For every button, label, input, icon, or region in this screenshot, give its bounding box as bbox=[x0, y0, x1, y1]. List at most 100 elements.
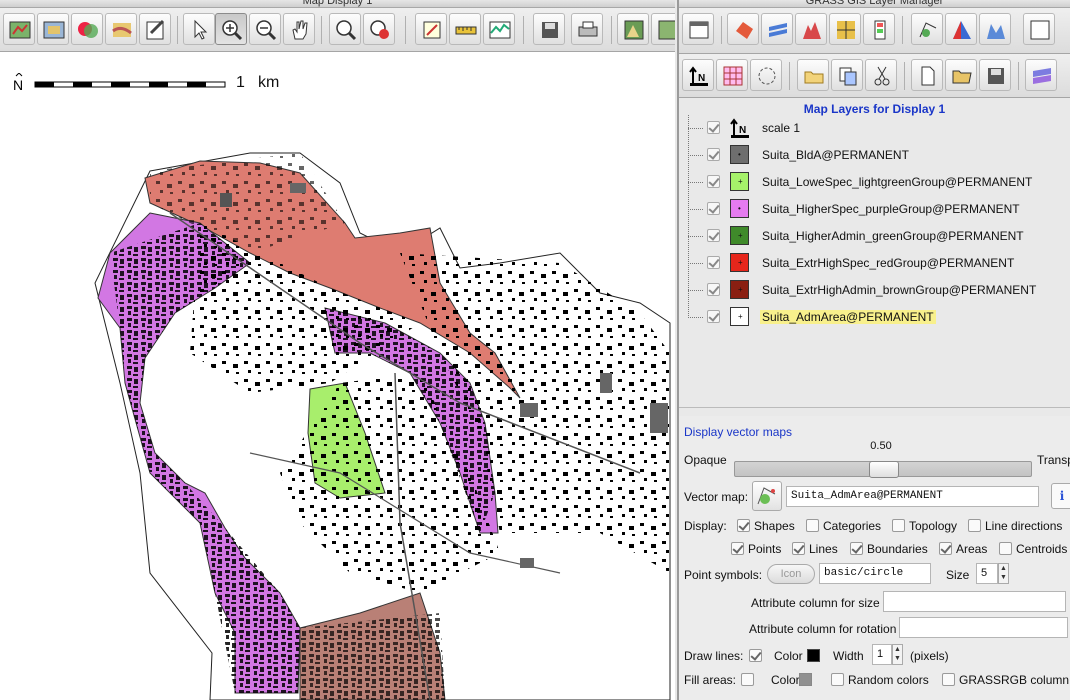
checkbox[interactable] bbox=[999, 542, 1012, 555]
random-colors-option[interactable]: Random colors bbox=[831, 673, 929, 687]
symbol-input[interactable]: basic/circle bbox=[819, 563, 931, 584]
checkbox[interactable] bbox=[892, 519, 905, 532]
map-canvas[interactable]: N 1 km bbox=[0, 53, 675, 700]
checkbox[interactable] bbox=[806, 519, 819, 532]
display-option-lines[interactable]: Lines bbox=[792, 542, 838, 556]
zoom-in-icon[interactable] bbox=[215, 13, 247, 45]
add-grid-overlay-icon[interactable] bbox=[716, 59, 748, 91]
launch-icon[interactable] bbox=[651, 13, 675, 45]
layer-label: Suita_HigherAdmin_greenGroup@PERMANENT bbox=[762, 229, 1024, 243]
checkbox[interactable] bbox=[731, 542, 744, 555]
layer-item-scale[interactable]: N scale 1 bbox=[679, 115, 1070, 142]
display-option-boundaries[interactable]: Boundaries bbox=[850, 542, 928, 556]
layer-checkbox[interactable] bbox=[707, 310, 720, 323]
load-map-layers-icon[interactable] bbox=[1025, 59, 1057, 91]
layer-manager-window: GRASS GIS Layer Manager N Map Layers for… bbox=[677, 0, 1070, 700]
layer-checkbox[interactable] bbox=[707, 121, 720, 134]
add-thematic-icon[interactable] bbox=[945, 13, 977, 45]
width-input[interactable]: 1 bbox=[872, 644, 892, 665]
select-vector-button[interactable] bbox=[752, 481, 782, 511]
copy-icon[interactable] bbox=[831, 59, 863, 91]
display-option-points[interactable]: Points bbox=[731, 542, 781, 556]
grassrgb-option[interactable]: GRASSRGB column bbox=[942, 673, 1069, 687]
pointer-icon[interactable] bbox=[183, 13, 215, 45]
layer-item-brown[interactable]: + Suita_ExtrHighAdmin_brownGroup@PERMANE… bbox=[679, 277, 1070, 304]
layer-item-lightgreen[interactable]: + Suita_LoweSpec_lightgreenGroup@PERMANE… bbox=[679, 169, 1070, 196]
layer-checkbox[interactable] bbox=[707, 175, 720, 188]
size-input[interactable]: 5 bbox=[976, 563, 998, 584]
profile-icon[interactable] bbox=[483, 13, 515, 45]
new-display-icon[interactable] bbox=[682, 13, 714, 45]
save-display-icon[interactable] bbox=[533, 13, 565, 45]
width-label: Width bbox=[833, 649, 864, 663]
checkbox[interactable] bbox=[792, 542, 805, 555]
add-scale-icon[interactable]: N bbox=[682, 59, 714, 91]
layer-checkbox[interactable] bbox=[707, 148, 720, 161]
icon-button[interactable]: Icon bbox=[767, 564, 815, 584]
opacity-slider[interactable] bbox=[734, 461, 1032, 478]
map-display-icon[interactable] bbox=[617, 13, 649, 45]
add-grid-icon[interactable] bbox=[829, 13, 861, 45]
checkbox[interactable] bbox=[850, 542, 863, 555]
decoration-icon[interactable] bbox=[415, 13, 447, 45]
opacity-slider-knob[interactable] bbox=[869, 461, 899, 478]
add-vector-icon[interactable] bbox=[911, 13, 943, 45]
add-overlay-icon[interactable] bbox=[1023, 13, 1055, 45]
display-option-line-directions[interactable]: Line directions bbox=[968, 519, 1062, 533]
add-chart-icon[interactable] bbox=[979, 13, 1011, 45]
add-raster-icon[interactable] bbox=[727, 13, 759, 45]
add-group-icon[interactable] bbox=[797, 59, 829, 91]
layer-item-red[interactable]: + Suita_ExtrHighSpec_redGroup@PERMANENT bbox=[679, 250, 1070, 277]
cut-icon[interactable] bbox=[865, 59, 897, 91]
checkbox[interactable] bbox=[939, 542, 952, 555]
new-workspace-icon[interactable] bbox=[911, 59, 943, 91]
display-map-icon[interactable] bbox=[3, 13, 35, 45]
query-icon[interactable] bbox=[363, 13, 395, 45]
layer-item-green[interactable]: + Suita_HigherAdmin_greenGroup@PERMANENT bbox=[679, 223, 1070, 250]
fill-areas-checkbox[interactable] bbox=[741, 673, 758, 687]
attr-size-input[interactable] bbox=[883, 591, 1066, 612]
display-option-shapes[interactable]: Shapes bbox=[737, 519, 795, 533]
render-map-icon[interactable] bbox=[37, 13, 69, 45]
measure-ruler-icon[interactable] bbox=[449, 13, 481, 45]
layer-checkbox[interactable] bbox=[707, 283, 720, 296]
layer-checkbox[interactable] bbox=[707, 229, 720, 242]
width-stepper[interactable]: ▲ ▼ bbox=[892, 644, 903, 665]
display-vector-link[interactable]: Display vector maps bbox=[684, 425, 792, 439]
pan-hand-icon[interactable] bbox=[283, 13, 315, 45]
display-option-topology[interactable]: Topology bbox=[892, 519, 957, 533]
pane-splitter[interactable] bbox=[679, 407, 1070, 415]
vector-map-input[interactable]: Suita_AdmArea@PERMANENT bbox=[786, 486, 1039, 507]
info-icon[interactable]: i bbox=[1051, 483, 1070, 509]
zoom-out-icon[interactable] bbox=[249, 13, 281, 45]
line-color-swatch[interactable] bbox=[807, 649, 820, 663]
display-option-categories[interactable]: Categories bbox=[806, 519, 881, 533]
layer-item-admarea[interactable]: + Suita_AdmArea@PERMANENT bbox=[679, 304, 1070, 331]
add-legend-icon[interactable] bbox=[863, 13, 895, 45]
layers-icon[interactable] bbox=[105, 13, 137, 45]
transparent-label: Transp bbox=[1037, 453, 1070, 467]
add-histogram-icon[interactable] bbox=[795, 13, 827, 45]
print-icon[interactable] bbox=[571, 13, 603, 45]
attr-rotation-input[interactable] bbox=[899, 617, 1068, 638]
overlay-icon[interactable] bbox=[71, 13, 103, 45]
zoom-extent-icon[interactable] bbox=[329, 13, 361, 45]
edit-icon[interactable] bbox=[139, 13, 171, 45]
draw-lines-checkbox[interactable] bbox=[749, 649, 766, 663]
checkbox[interactable] bbox=[968, 519, 981, 532]
layer-item-bldA[interactable]: • Suita_BldA@PERMANENT bbox=[679, 142, 1070, 169]
manager-toolbar-2: N bbox=[679, 54, 1070, 98]
add-multi-raster-icon[interactable] bbox=[761, 13, 793, 45]
display-option-areas[interactable]: Areas bbox=[939, 542, 987, 556]
layer-checkbox[interactable] bbox=[707, 202, 720, 215]
save-workspace-icon[interactable] bbox=[979, 59, 1011, 91]
size-stepper[interactable]: ▲ ▼ bbox=[998, 563, 1009, 584]
layer-checkbox[interactable] bbox=[707, 256, 720, 269]
layer-item-purple[interactable]: • Suita_HigherSpec_purpleGroup@PERMANENT bbox=[679, 196, 1070, 223]
checkbox[interactable] bbox=[737, 519, 750, 532]
vector-properties-panel: Display vector maps 0.50 Opaque Transp V… bbox=[679, 416, 1070, 700]
fill-color-swatch[interactable] bbox=[799, 673, 812, 687]
open-workspace-icon[interactable] bbox=[945, 59, 977, 91]
display-option-centroids[interactable]: Centroids bbox=[999, 542, 1067, 556]
add-geodesic-icon[interactable] bbox=[750, 59, 782, 91]
